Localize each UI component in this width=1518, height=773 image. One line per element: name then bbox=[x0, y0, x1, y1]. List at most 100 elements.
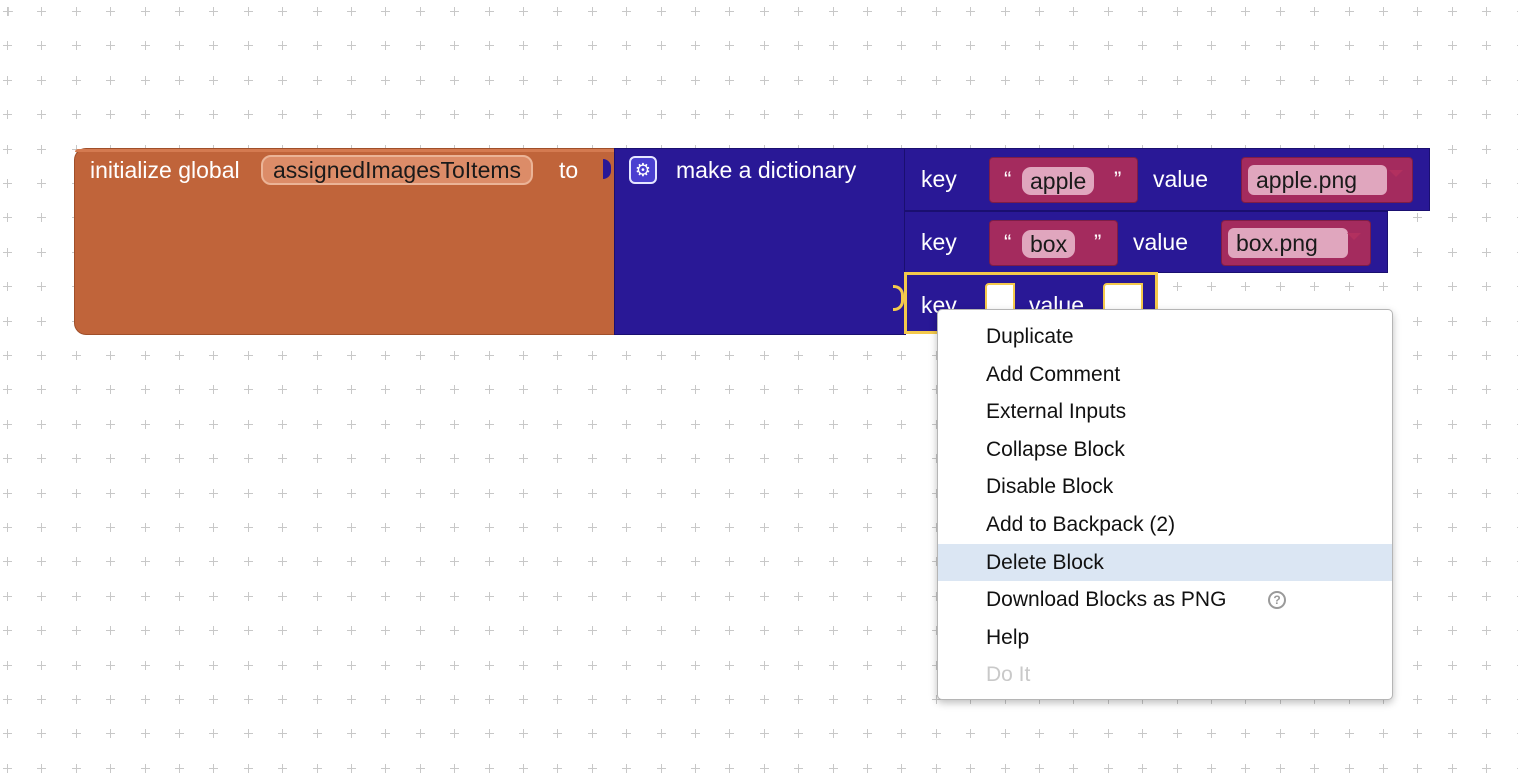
grid-plus-mark bbox=[37, 282, 47, 292]
menu-item-duplicate[interactable]: Duplicate bbox=[938, 318, 1392, 356]
grid-plus-mark bbox=[1447, 282, 1457, 292]
grid-plus-mark bbox=[37, 385, 47, 395]
grid-plus-mark bbox=[312, 626, 322, 636]
grid-plus-mark bbox=[897, 385, 907, 395]
grid-plus-mark bbox=[656, 7, 666, 16]
grid-plus-mark bbox=[415, 763, 425, 773]
grid-plus-mark bbox=[828, 523, 838, 532]
grid-plus-mark bbox=[519, 419, 528, 429]
grid-plus-mark bbox=[209, 110, 219, 120]
menu-item-label: External Inputs bbox=[986, 400, 1127, 424]
blocks-workspace[interactable]: initialize global assignedImagesToItems … bbox=[0, 0, 1518, 773]
grid-plus-mark bbox=[106, 523, 116, 532]
grid-plus-mark bbox=[519, 351, 528, 360]
grid-plus-mark bbox=[553, 75, 563, 85]
grid-plus-mark bbox=[1447, 488, 1457, 498]
grid-plus-mark bbox=[1482, 75, 1492, 85]
grid-plus-mark bbox=[484, 488, 494, 498]
grid-plus-mark bbox=[691, 695, 700, 704]
menu-item-add-comment[interactable]: Add Comment bbox=[938, 356, 1392, 394]
grid-plus-mark bbox=[1447, 316, 1457, 326]
grid-plus-mark bbox=[691, 351, 700, 360]
grid-plus-mark bbox=[243, 591, 253, 601]
grid-plus-mark bbox=[312, 75, 322, 85]
grid-plus-mark bbox=[1000, 110, 1010, 120]
menu-item-external-inputs[interactable]: External Inputs bbox=[938, 393, 1392, 431]
grid-plus-mark bbox=[209, 729, 219, 739]
menu-item-label: Disable Block bbox=[986, 475, 1114, 499]
grid-plus-mark bbox=[863, 729, 872, 739]
grid-plus-mark bbox=[1035, 75, 1044, 85]
pair-block-1[interactable]: key “ apple ” value apple.png bbox=[904, 148, 1430, 211]
grid-plus-mark bbox=[897, 110, 907, 120]
grid-plus-mark bbox=[71, 729, 81, 739]
grid-plus-mark bbox=[278, 591, 288, 601]
value-dropdown[interactable]: box.png bbox=[1228, 228, 1348, 258]
grid-plus-mark bbox=[897, 7, 907, 16]
image-dropdown-block[interactable]: box.png bbox=[1221, 220, 1371, 266]
grid-plus-mark bbox=[553, 419, 563, 429]
grid-plus-mark bbox=[347, 626, 356, 636]
grid-plus-mark bbox=[243, 523, 253, 532]
key-text-field[interactable]: apple bbox=[1022, 167, 1095, 195]
grid-plus-mark bbox=[759, 41, 769, 51]
grid-plus-mark bbox=[1241, 41, 1251, 51]
key-text-field[interactable]: box bbox=[1022, 230, 1076, 258]
grid-plus-mark bbox=[1482, 213, 1492, 223]
grid-plus-mark bbox=[587, 557, 597, 567]
grid-plus-mark bbox=[1103, 75, 1113, 85]
menu-item-collapse-block[interactable]: Collapse Block bbox=[938, 431, 1392, 469]
grid-plus-mark bbox=[347, 351, 356, 360]
image-dropdown-block[interactable]: apple.png bbox=[1241, 157, 1413, 203]
grid-plus-mark bbox=[1482, 729, 1492, 739]
menu-item-disable-block[interactable]: Disable Block bbox=[938, 468, 1392, 506]
make-dictionary-block[interactable]: make a dictionary bbox=[603, 148, 906, 335]
grid-plus-mark bbox=[725, 41, 735, 51]
grid-plus-mark bbox=[1413, 419, 1423, 429]
grid-plus-mark bbox=[37, 591, 47, 601]
grid-plus-mark bbox=[725, 626, 735, 636]
grid-plus-mark bbox=[725, 75, 735, 85]
grid-plus-mark bbox=[794, 7, 804, 16]
grid-plus-mark bbox=[278, 41, 288, 51]
text-string-block[interactable]: “ apple ” bbox=[989, 157, 1138, 203]
gear-icon[interactable]: ⚙ bbox=[629, 156, 657, 184]
text-string-block[interactable]: “ box ” bbox=[989, 220, 1118, 266]
grid-plus-mark bbox=[931, 75, 941, 85]
grid-plus-mark bbox=[278, 110, 288, 120]
grid-plus-mark bbox=[1482, 110, 1492, 120]
grid-plus-mark bbox=[243, 385, 253, 395]
grid-plus-mark bbox=[1000, 75, 1010, 85]
grid-plus-mark bbox=[450, 591, 460, 601]
grid-plus-mark bbox=[656, 523, 666, 532]
grid-plus-mark bbox=[312, 419, 322, 429]
variable-name-field[interactable]: assignedImagesToItems bbox=[261, 155, 534, 185]
grid-plus-mark bbox=[794, 729, 804, 739]
grid-plus-mark bbox=[863, 488, 872, 498]
help-icon[interactable]: ? bbox=[1268, 591, 1286, 610]
menu-item-download-png[interactable]: Download Blocks as PNG? bbox=[938, 581, 1392, 619]
grid-plus-mark bbox=[794, 695, 804, 704]
grid-plus-mark bbox=[794, 763, 804, 773]
grid-plus-mark bbox=[897, 523, 907, 532]
menu-item-add-to-backpack[interactable]: Add to Backpack (2) bbox=[938, 506, 1392, 544]
value-dropdown[interactable]: apple.png bbox=[1248, 165, 1388, 195]
menu-item-help[interactable]: Help bbox=[938, 619, 1392, 657]
grid-plus-mark bbox=[1310, 282, 1320, 292]
grid-plus-mark bbox=[1413, 213, 1423, 223]
init-suffix-label: to bbox=[559, 157, 579, 183]
grid-plus-mark bbox=[1482, 247, 1492, 257]
grid-plus-mark bbox=[140, 523, 150, 532]
grid-plus-mark bbox=[37, 213, 47, 223]
initialize-global-block[interactable]: initialize global assignedImagesToItems … bbox=[74, 148, 616, 335]
grid-plus-mark bbox=[897, 626, 907, 636]
menu-item-delete-block[interactable]: Delete Block bbox=[938, 543, 1392, 582]
grid-plus-mark bbox=[37, 7, 47, 16]
grid-plus-mark bbox=[278, 729, 288, 739]
quote-close: ” bbox=[1094, 230, 1102, 255]
grid-plus-mark bbox=[484, 523, 494, 532]
grid-plus-mark bbox=[243, 41, 253, 51]
grid-plus-mark bbox=[71, 626, 81, 636]
grid-plus-mark bbox=[1447, 591, 1457, 601]
pair-block-2[interactable]: key “ box ” value box.png bbox=[904, 211, 1388, 273]
